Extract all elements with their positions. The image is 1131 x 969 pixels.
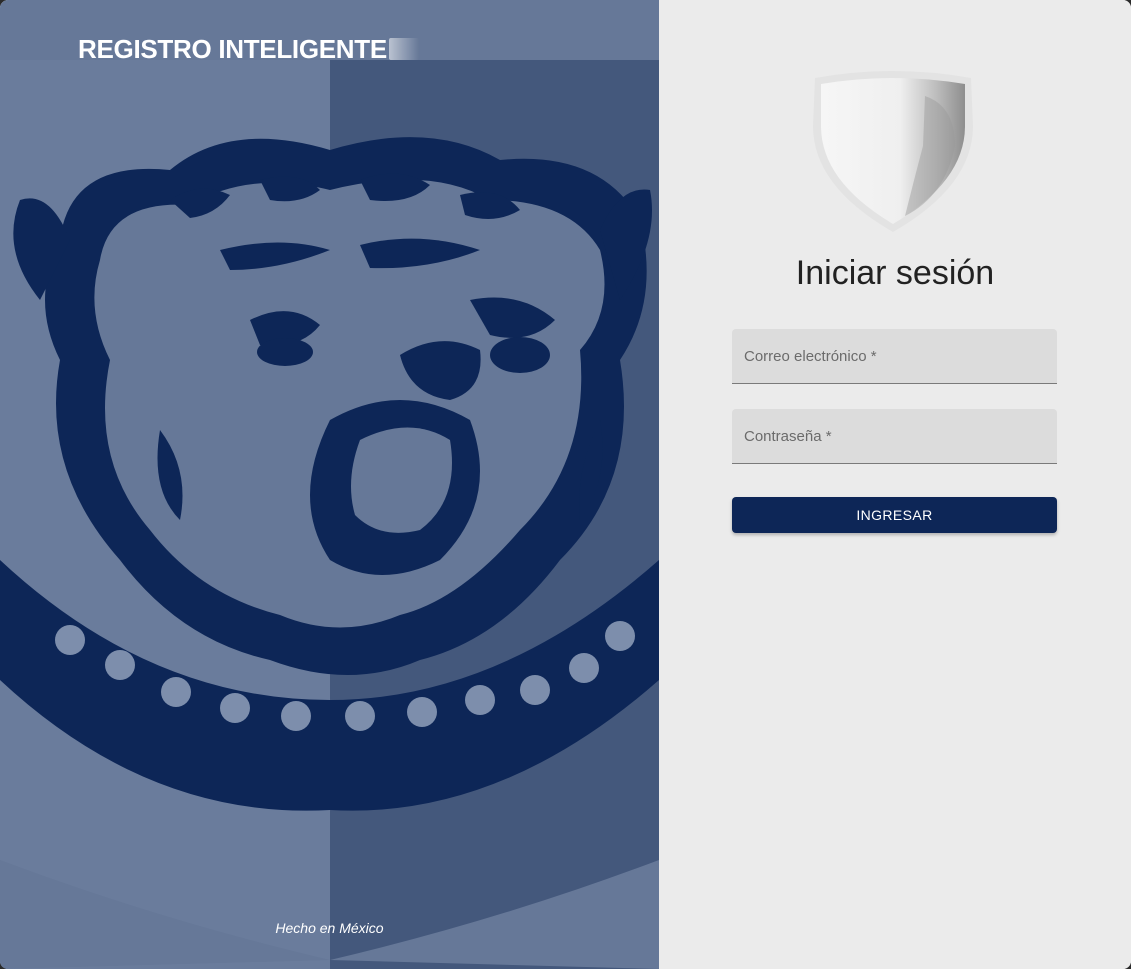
login-panel: Iniciar sesión INGRESAR [659, 0, 1131, 969]
shield-logo-icon [813, 71, 973, 232]
login-submit-button[interactable]: INGRESAR [732, 497, 1057, 533]
app-title: REGISTRO INTELIGENTE [78, 34, 419, 65]
email-input[interactable] [732, 329, 1057, 383]
made-in-footer: Hecho en México [275, 920, 384, 936]
app-window: REGISTRO INTELIGENTE Hecho en México Ini… [0, 0, 1131, 969]
app-title-text: REGISTRO INTELIGENTE [78, 34, 387, 64]
app-title-logo-icon [388, 38, 419, 60]
password-input[interactable] [732, 409, 1057, 463]
bulldog-shield-icon [0, 60, 659, 969]
login-title: Iniciar sesión [795, 254, 995, 292]
email-field[interactable] [732, 329, 1057, 384]
password-field[interactable] [732, 409, 1057, 464]
hero-panel: REGISTRO INTELIGENTE Hecho en México [0, 0, 659, 969]
